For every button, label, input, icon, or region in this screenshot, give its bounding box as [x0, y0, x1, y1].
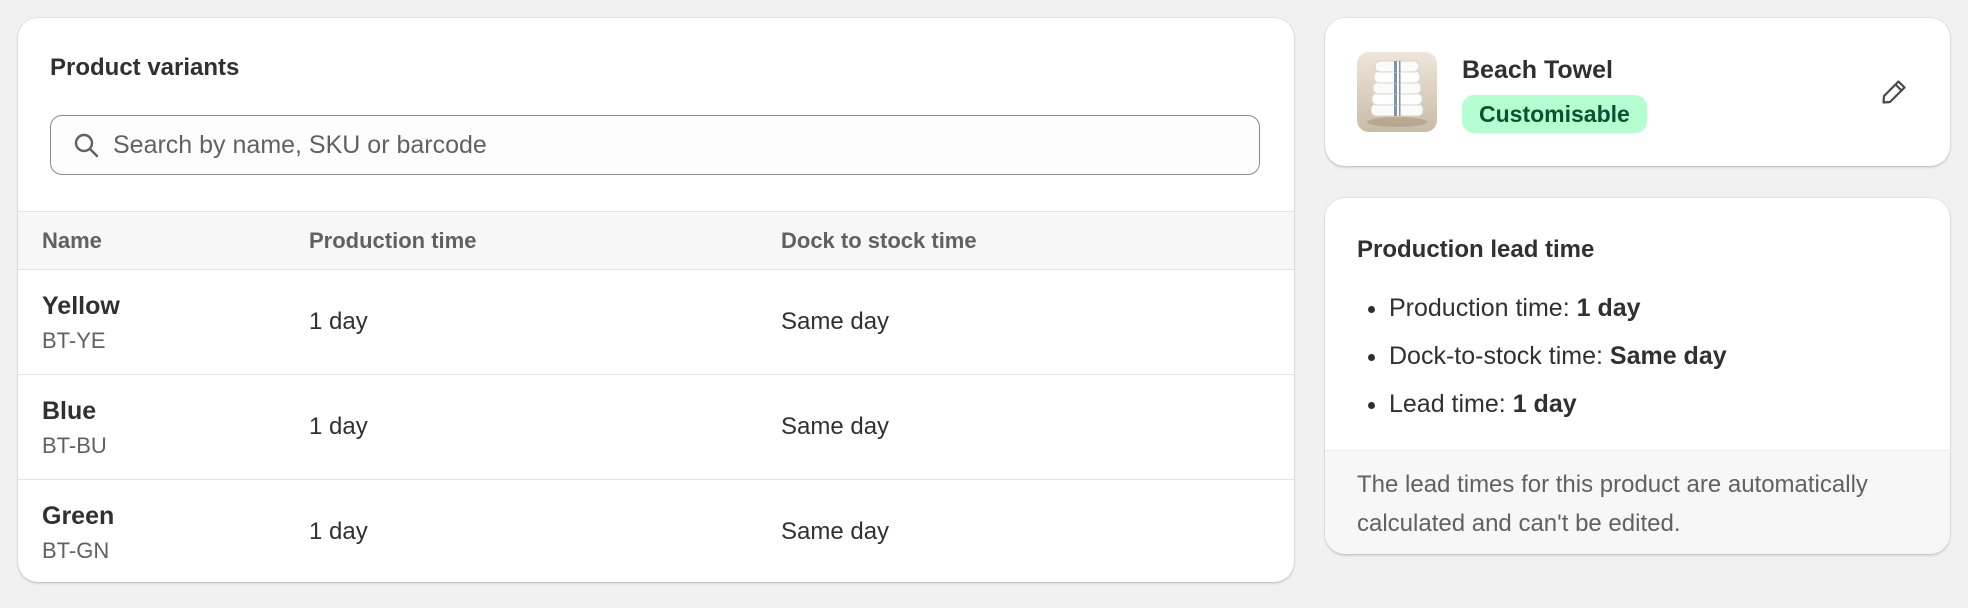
table-row[interactable]: Yellow BT-YE 1 day Same day [18, 270, 1294, 375]
table-header: Name Production time Dock to stock time [18, 211, 1294, 270]
variant-sku: BT-BU [42, 433, 107, 458]
variant-name: Blue [42, 397, 97, 425]
edit-product-button[interactable] [1876, 74, 1912, 110]
lead-item-label: Lead time: [1389, 390, 1506, 418]
variant-sku: BT-YE [42, 328, 106, 353]
variant-sku: BT-GN [42, 538, 110, 563]
lead-item-value: Same day [1609, 342, 1727, 370]
lead-time-list: Production time: 1 day Dock-to-stock tim… [1357, 284, 1727, 428]
variants-table: Name Production time Dock to stock time … [18, 211, 1294, 582]
product-variants-card: Product variants Name Production time Do… [18, 18, 1294, 582]
table-row[interactable]: Green BT-GN 1 day Same day [18, 480, 1294, 582]
product-name: Beach Towel [1462, 56, 1613, 84]
product-variants-title: Product variants [50, 54, 240, 81]
lead-item-value: 1 day [1576, 294, 1641, 322]
pencil-icon [1882, 80, 1906, 104]
lead-time-footer-note: The lead times for this product are auto… [1325, 450, 1950, 554]
column-header-dock-to-stock-time[interactable]: Dock to stock time [781, 212, 977, 269]
list-item: Production time: 1 day [1389, 284, 1727, 332]
table-row[interactable]: Blue BT-BU 1 day Same day [18, 375, 1294, 480]
variant-name: Yellow [42, 292, 120, 320]
lead-item-label: Dock-to-stock time: [1389, 342, 1603, 370]
production-time-cell: 1 day [309, 518, 368, 545]
production-time-cell: 1 day [309, 308, 368, 335]
production-time-cell: 1 day [309, 413, 368, 440]
search-icon [71, 130, 101, 160]
list-item: Lead time: 1 day [1389, 380, 1727, 428]
column-header-name[interactable]: Name [42, 212, 102, 269]
lead-item-label: Production time: [1389, 294, 1570, 322]
lead-item-value: 1 day [1512, 390, 1577, 418]
dock-to-stock-time-cell: Same day [781, 413, 890, 440]
production-lead-time-title: Production lead time [1357, 236, 1595, 263]
search-input[interactable] [113, 116, 1259, 174]
dock-to-stock-time-cell: Same day [781, 518, 890, 545]
column-header-production-time[interactable]: Production time [309, 212, 476, 269]
variant-name: Green [42, 502, 115, 530]
production-lead-time-card: Production lead time Production time: 1 … [1325, 198, 1950, 554]
folded-towels-image [1357, 52, 1437, 132]
product-thumbnail [1357, 52, 1437, 132]
dock-to-stock-time-cell: Same day [781, 308, 890, 335]
customisable-badge: Customisable [1462, 95, 1647, 133]
product-summary-card: Beach Towel Customisable [1325, 18, 1950, 166]
variant-search-field[interactable] [50, 115, 1260, 175]
list-item: Dock-to-stock time: Same day [1389, 332, 1727, 380]
